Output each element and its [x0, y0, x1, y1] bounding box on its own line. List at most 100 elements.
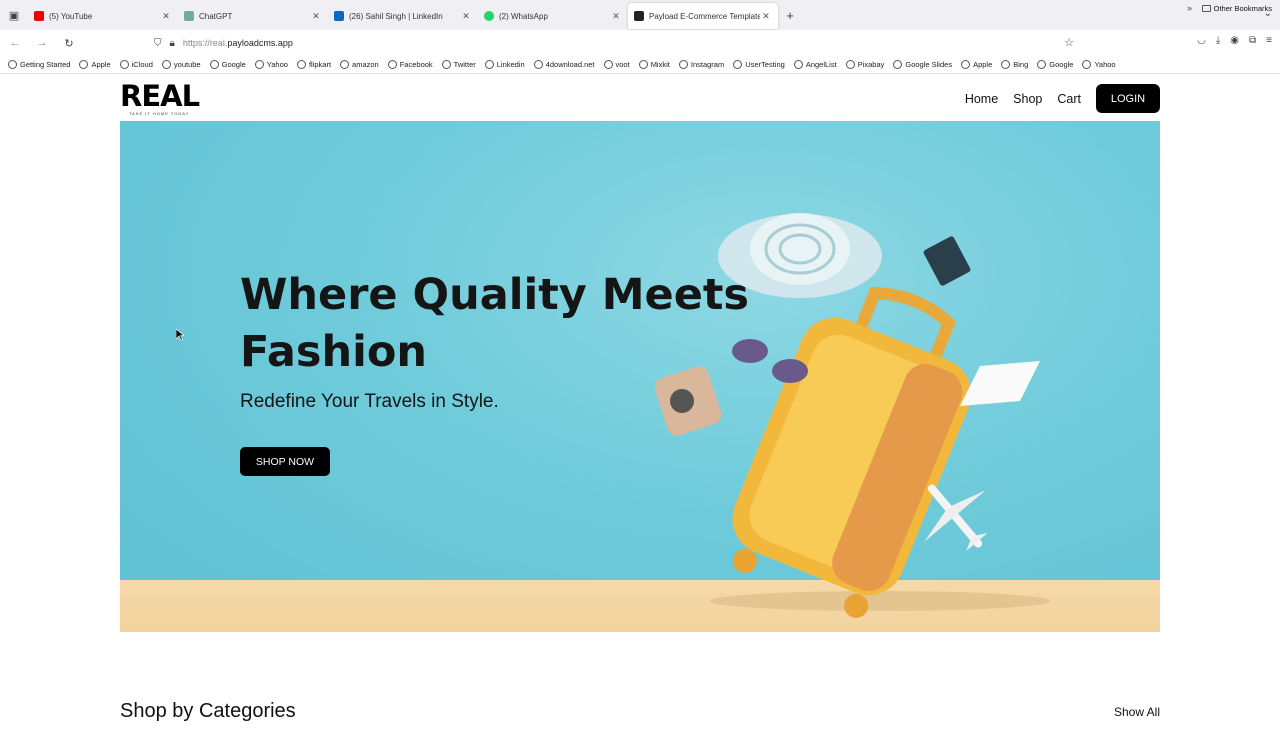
bookmark-item[interactable]: AngelList [793, 60, 837, 69]
bookmark-item[interactable]: Yahoo [1082, 60, 1116, 69]
browser-tab-youtube[interactable]: (5) YouTube ✕ [28, 3, 178, 29]
browser-tab-chatgpt[interactable]: ChatGPT ✕ [178, 3, 328, 29]
bookmark-item[interactable]: UserTesting [733, 60, 785, 69]
nav-shop[interactable]: Shop [1013, 92, 1042, 106]
lock-icon[interactable]: 🔒︎ [170, 38, 175, 49]
payload-favicon-icon [634, 11, 644, 21]
hero-subtitle: Redefine Your Travels in Style. [240, 391, 499, 412]
bookmark-item[interactable]: amazon [340, 60, 379, 69]
reload-icon[interactable]: ↻ [57, 31, 81, 55]
tab-label: Payload E-Commerce Template [649, 11, 760, 21]
browser-tab-bar: ▣ (5) YouTube ✕ ChatGPT ✕ (26) Sahil Sin… [0, 0, 1280, 30]
browser-tab-whatsapp[interactable]: (2) WhatsApp ✕ [478, 3, 628, 29]
bookmark-label: Mixkit [650, 60, 670, 69]
bookmark-label: Facebook [399, 60, 433, 69]
bookmark-item[interactable]: Google [1037, 60, 1073, 69]
logo-text: REAL [120, 79, 200, 113]
chevron-double-right-icon[interactable]: » [1187, 3, 1192, 13]
globe-icon [296, 60, 306, 69]
other-bookmarks-label: Other Bookmarks [1213, 4, 1272, 13]
site-header: REAL TAKE IT HOME TODAY Home Shop Cart L… [120, 76, 1160, 121]
globe-icon [340, 60, 350, 69]
globe-icon [533, 60, 543, 69]
youtube-favicon-icon [34, 11, 44, 21]
bookmark-item[interactable]: voot [603, 60, 630, 69]
globe-icon [484, 60, 494, 69]
bookmark-item[interactable]: Pixabay [845, 60, 884, 69]
browser-tab-payload[interactable]: Payload E-Commerce Template ✕ [628, 3, 778, 29]
account-icon[interactable]: ◉ [1230, 35, 1239, 46]
show-all-link[interactable]: Show All [1114, 705, 1160, 719]
nav-cart[interactable]: Cart [1057, 92, 1081, 106]
linkedin-favicon-icon [334, 11, 344, 21]
globe-icon [1082, 60, 1092, 69]
globe-icon [119, 60, 129, 69]
url-prefix: https://real. [182, 38, 228, 48]
bookmark-label: Bing [1013, 60, 1029, 69]
other-bookmarks[interactable]: Other Bookmarks [1201, 4, 1272, 13]
bookmark-label: UserTesting [745, 60, 785, 69]
globe-icon [793, 60, 803, 69]
tab-label: (5) YouTube [49, 11, 93, 21]
bookmark-item[interactable]: Getting Started [8, 60, 70, 69]
extensions-icon[interactable]: ⧉ [1249, 35, 1256, 46]
chatgpt-favicon-icon [184, 11, 194, 21]
bookmark-item[interactable]: Twitter [441, 60, 476, 69]
download-icon[interactable]: ⤓ [1216, 35, 1220, 46]
bookmark-item[interactable]: Yahoo [254, 60, 288, 69]
globe-icon [893, 60, 903, 69]
bookmark-item[interactable]: Facebook [387, 60, 433, 69]
bookmark-item[interactable]: Mixkit [638, 60, 670, 69]
bookmark-item[interactable]: Apple [961, 60, 992, 69]
url-domain: payloadcms.app [227, 38, 293, 48]
globe-icon [961, 60, 971, 69]
bookmark-star-icon[interactable]: ☆ [1064, 36, 1074, 49]
globe-icon [1037, 60, 1047, 69]
tab-label: (2) WhatsApp [499, 11, 548, 21]
bookmark-item[interactable]: Instagram [678, 60, 725, 69]
back-arrow-icon[interactable]: ← [3, 31, 27, 55]
globe-icon [161, 60, 171, 69]
tab-label: (26) Sahil Singh | LinkedIn [349, 11, 443, 21]
bookmark-label: Twitter [453, 60, 476, 69]
bookmark-item[interactable]: Bing [1001, 60, 1028, 69]
main-nav: Home Shop Cart LOGIN [965, 84, 1160, 113]
browser-tab-linkedin[interactable]: (26) Sahil Singh | LinkedIn ✕ [328, 3, 478, 29]
close-tab-icon[interactable]: ✕ [760, 11, 772, 22]
bookmark-item[interactable]: flipkart [296, 60, 331, 69]
bookmark-item[interactable]: Google Slides [893, 60, 952, 69]
shop-now-button[interactable]: SHOP NOW [240, 447, 330, 476]
bookmark-item[interactable]: Linkedin [484, 60, 525, 69]
bookmark-label: Instagram [690, 60, 725, 69]
bookmark-label: iCloud [131, 60, 153, 69]
close-tab-icon[interactable]: ✕ [610, 11, 622, 22]
pocket-icon[interactable]: ◡ [1197, 35, 1206, 46]
globe-icon [603, 60, 613, 69]
shield-icon[interactable]: ⛉ [154, 38, 162, 49]
bookmark-label: amazon [352, 60, 379, 69]
bookmark-item[interactable]: Google [209, 60, 246, 69]
globe-icon [387, 60, 397, 69]
globe-icon [1001, 60, 1011, 69]
close-tab-icon[interactable]: ✕ [160, 11, 172, 22]
address-bar[interactable]: ⛉ 🔒︎ https://real.payloadcms.app ☆ [154, 33, 1082, 53]
bookmark-label: Linkedin [496, 60, 525, 69]
forward-arrow-icon[interactable]: → [30, 31, 54, 55]
tab-list-icon[interactable]: ▣ [0, 0, 28, 30]
nav-home[interactable]: Home [965, 92, 998, 106]
bookmark-label: Google [1049, 60, 1074, 69]
close-tab-icon[interactable]: ✕ [460, 11, 472, 22]
login-button[interactable]: LOGIN [1096, 84, 1160, 113]
bookmark-label: youtube [173, 60, 201, 69]
globe-icon [209, 60, 219, 69]
close-tab-icon[interactable]: ✕ [310, 11, 322, 22]
bookmark-item[interactable]: Apple [79, 60, 111, 69]
site-logo[interactable]: REAL TAKE IT HOME TODAY [120, 82, 200, 118]
bookmarks-bar: Getting Started Apple iCloud youtube Google Y… [0, 56, 1280, 74]
bookmark-item[interactable]: iCloud [119, 60, 153, 69]
bookmark-item[interactable]: 4download.net [533, 60, 595, 69]
menu-icon[interactable]: ≡ [1266, 35, 1272, 46]
globe-icon [254, 60, 264, 69]
bookmark-item[interactable]: youtube [161, 60, 201, 69]
new-tab-icon[interactable]: + [778, 2, 802, 28]
